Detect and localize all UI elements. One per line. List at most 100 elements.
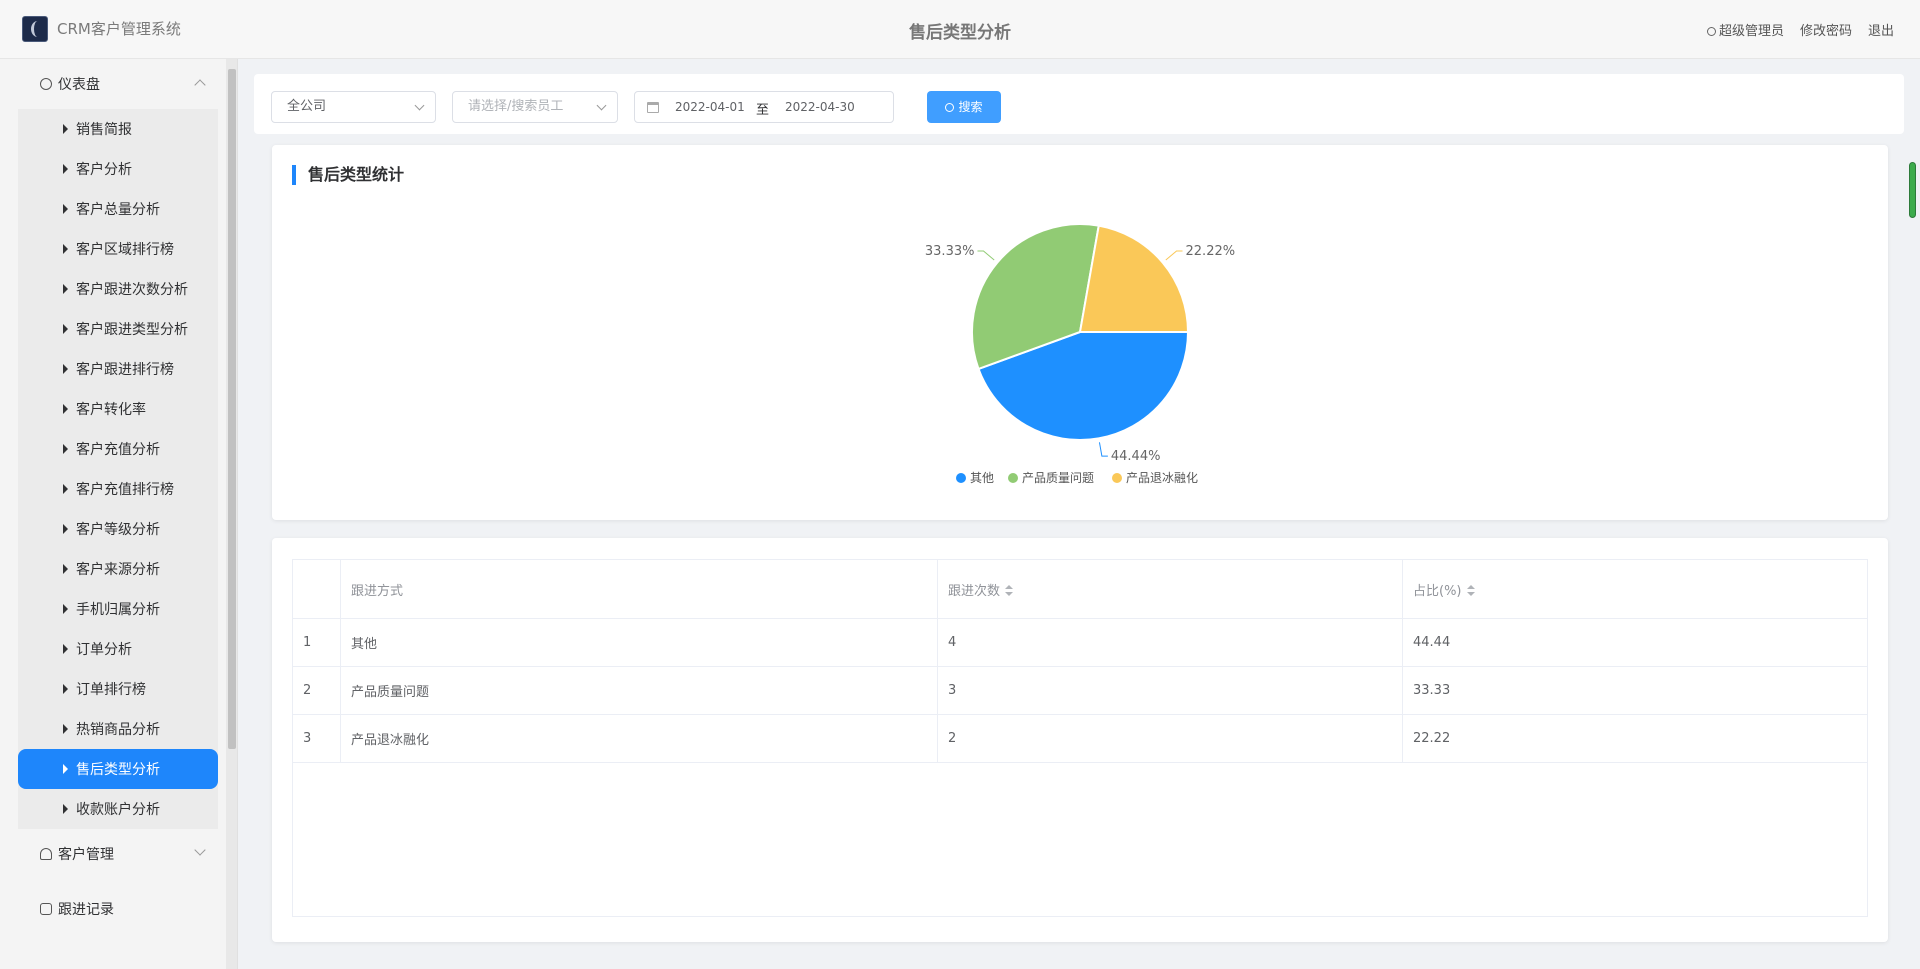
sort-icon[interactable] [1466,584,1475,597]
sidebar-item[interactable]: 客户充值排行榜 [18,469,218,509]
sidebar-item[interactable]: 收款账户分析 [18,789,218,829]
pie-label-line [1165,250,1183,261]
col-index-header [292,559,341,619]
user-icon [1706,27,1716,36]
sidebar-item[interactable]: 客户等级分析 [18,509,218,549]
chevron-down-icon [596,100,607,111]
table-card: 跟进方式 跟进次数 占比(%) 1 其他 4 44.44 2 产品质量问题 3 33.33 3 产… [272,538,1888,942]
sidebar-item-label: 客户跟进次数分析 [76,282,188,298]
table-row: 3 产品退冰融化 2 22.22 [292,714,1868,763]
sidebar-item[interactable]: 客户跟进排行榜 [18,349,218,389]
employee-select[interactable]: 请选择/搜索员工 [452,91,618,123]
menu-followup-records-label: 跟进记录 [58,902,114,918]
sidebar-item-label: 客户来源分析 [76,562,160,578]
search-button-label: 搜索 [958,100,983,114]
col-ratio-label: 占比(%) [1413,583,1462,599]
search-icon [945,103,955,112]
table-cell: 2 [937,714,1403,763]
sidebar-item[interactable]: 销售简报 [18,109,218,149]
sidebar-item[interactable]: 订单排行榜 [18,669,218,709]
table-cell: 2 [292,666,341,715]
date-separator: 至 [756,103,770,118]
sidebar-item[interactable]: 客户区域排行榜 [18,229,218,269]
change-password-link[interactable]: 修改密码 [1800,20,1852,39]
table-cell: 3 [937,666,1403,715]
filter-bar: 全公司 请选择/搜索员工 2022-04-01 至 2022-04-30 搜索 [254,74,1904,134]
dashboard-icon [40,78,52,90]
sidebar-item-label: 热销商品分析 [76,722,160,738]
main-scrollbar-thumb[interactable] [1909,162,1916,218]
sidebar-item-label: 客户充值分析 [76,442,160,458]
top-header: CRM客户管理系统 售后类型分析 超级管理员 修改密码 退出 [0,0,1920,59]
pie-data-label: 44.44% [1111,449,1161,464]
table-cell: 3 [292,714,341,763]
sidebar-item[interactable]: 客户充值分析 [18,429,218,469]
sidebar-item[interactable]: 手机归属分析 [18,589,218,629]
date-end[interactable]: 2022-04-30 [785,100,855,114]
sidebar-item[interactable]: 客户转化率 [18,389,218,429]
company-select-value: 全公司 [287,99,327,114]
dashboard-submenu: 销售简报 客户分析客户总量分析 客户区域排行榜 客户跟进次数分析客户跟进类型分析 客户跟… [18,109,218,829]
sidebar-item-label: 客户转化率 [76,402,146,418]
sidebar-item-label: 客户区域排行榜 [76,242,174,258]
search-button[interactable]: 搜索 [927,91,1001,123]
logout-link[interactable]: 退出 [1868,20,1894,39]
table-row: 2 产品质量问题 3 33.33 [292,666,1868,715]
col-method-label: 跟进方式 [351,583,404,599]
sidebar-item[interactable]: 客户跟进类型分析 [18,309,218,349]
company-select[interactable]: 全公司 [271,91,436,123]
col-count-header[interactable]: 跟进次数 [937,559,1403,619]
pie-slice[interactable] [1078,224,1190,333]
calendar-icon [647,102,659,113]
menu-customer-management-label: 客户管理 [58,847,114,863]
chevron-up-icon [194,79,206,91]
pie-label-line [977,250,995,261]
sidebar-item[interactable]: 售后类型分析 [18,749,218,789]
menu-customer-management[interactable]: 客户管理 [18,829,218,879]
chevron-down-icon [194,844,206,856]
menu-followup-records[interactable]: 跟进记录 [18,884,218,934]
sidebar-item-label: 订单分析 [76,642,132,658]
sidebar-item[interactable]: 热销商品分析 [18,709,218,749]
sidebar-item[interactable]: 客户总量分析 [18,189,218,229]
legend-label[interactable]: 其他 [970,471,994,485]
sidebar-item-label: 售后类型分析 [76,762,160,778]
pie-chart: 44.44% 33.33% 22.22% 其他 产品质量问题 产品退冰融化 [925,223,1235,485]
legend-marker[interactable] [1008,473,1018,483]
table-header-row: 跟进方式 跟进次数 占比(%) [292,559,1868,619]
legend-marker[interactable] [956,473,966,483]
sort-icon[interactable] [1005,584,1014,597]
sidebar-item-label: 订单排行榜 [76,682,146,698]
menu-dashboard-label: 仪表盘 [58,77,100,93]
sidebar-item-label: 收款账户分析 [76,802,160,818]
pie-data-label: 33.33% [925,244,975,259]
sidebar-item-label: 客户总量分析 [76,202,160,218]
legend-label[interactable]: 产品退冰融化 [1126,471,1198,485]
table-cell: 44.44 [1402,618,1868,667]
date-range-picker[interactable]: 2022-04-01 至 2022-04-30 [634,91,894,123]
main-scrollbar[interactable] [1908,160,1918,960]
data-table: 跟进方式 跟进次数 占比(%) 1 其他 4 44.44 2 产品质量问题 3 33.33 3 产… [292,559,1868,763]
date-start[interactable]: 2022-04-01 [675,100,745,114]
user-menu[interactable]: 超级管理员 [1706,20,1784,39]
table-cell: 4 [937,618,1403,667]
sidebar-item[interactable]: 客户来源分析 [18,549,218,589]
main-content: 全公司 请选择/搜索员工 2022-04-01 至 2022-04-30 搜索 … [238,59,1920,969]
table-cell: 22.22 [1402,714,1868,763]
sidebar-item[interactable]: 客户分析 [18,149,218,189]
legend-label[interactable]: 产品质量问题 [1022,471,1094,485]
pie-label-line [1098,442,1108,457]
employee-select-placeholder: 请选择/搜索员工 [468,99,564,114]
chevron-down-icon [414,100,425,111]
sidebar-scrollbar-thumb[interactable] [228,69,236,749]
table-cell: 33.33 [1402,666,1868,715]
sidebar: 仪表盘 销售简报 客户分析客户总量分析 客户区域排行榜 客户跟进次数分析客户跟进类型分… [0,59,238,969]
sidebar-item[interactable]: 客户跟进次数分析 [18,269,218,309]
sidebar-item[interactable]: 订单分析 [18,629,218,669]
top-right-actions: 超级管理员 修改密码 退出 [1706,20,1894,39]
sidebar-item-label: 客户充值排行榜 [76,482,174,498]
menu-dashboard[interactable]: 仪表盘 [18,59,218,109]
table-cell: 产品质量问题 [340,666,938,715]
legend-marker[interactable] [1112,473,1122,483]
col-ratio-header[interactable]: 占比(%) [1402,559,1868,619]
